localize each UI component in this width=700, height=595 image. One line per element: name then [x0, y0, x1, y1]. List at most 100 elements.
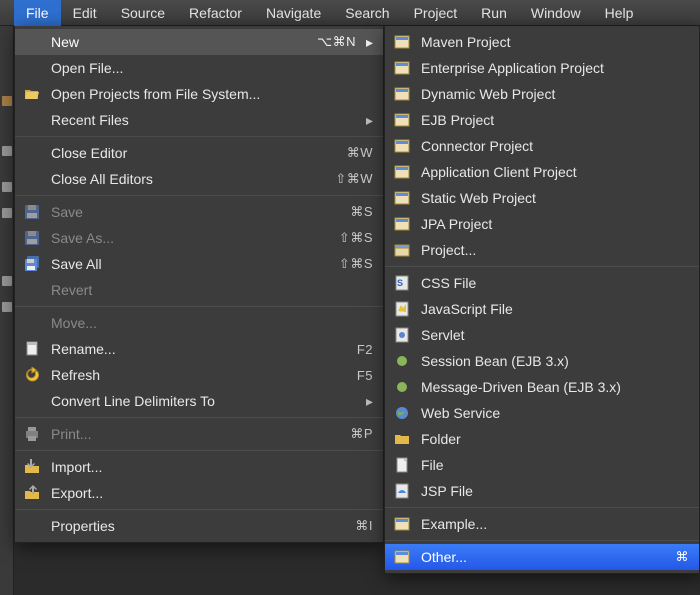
menu-item-project[interactable]: Project...: [385, 237, 699, 263]
globe-icon: [393, 404, 411, 422]
menu-item-jpa-project[interactable]: JPA Project: [385, 211, 699, 237]
menu-item-css-file[interactable]: S CSS File: [385, 270, 699, 296]
menu-item-label: Connector Project: [421, 138, 689, 154]
menu-item-accelerator: ⌥⌘N: [317, 34, 356, 50]
submenu-arrow-icon: ▸: [366, 34, 373, 51]
menu-separator: [15, 136, 383, 137]
menu-item-close-all-editors[interactable]: Close All Editors ⇧⌘W: [15, 166, 383, 192]
menubar-item-help[interactable]: Help: [593, 0, 646, 26]
menu-item-save-as[interactable]: Save As... ⇧⌘S: [15, 225, 383, 251]
menu-item-rename[interactable]: Rename... F2: [15, 336, 383, 362]
menu-item-label: JavaScript File: [421, 301, 689, 317]
menu-separator: [15, 450, 383, 451]
menu-item-label: New: [51, 34, 305, 50]
rename-icon: [23, 340, 41, 358]
menu-item-accelerator: ⌘: [676, 549, 690, 565]
menu-item-session-bean[interactable]: Session Bean (EJB 3.x): [385, 348, 699, 374]
menu-item-convert-line-delimiters[interactable]: Convert Line Delimiters To ▸: [15, 388, 383, 414]
menu-item-connector-project[interactable]: Connector Project: [385, 133, 699, 159]
editor-gutter: [0, 26, 14, 595]
menubar-item-source[interactable]: Source: [109, 0, 177, 26]
menu-item-accelerator: ⇧⌘W: [335, 171, 373, 187]
submenu-arrow-icon: ▸: [366, 393, 373, 410]
menu-item-ejb-project[interactable]: EJB Project: [385, 107, 699, 133]
menu-item-ear-project[interactable]: Enterprise Application Project: [385, 55, 699, 81]
menu-item-export[interactable]: Export...: [15, 480, 383, 506]
menu-item-revert[interactable]: Revert: [15, 277, 383, 303]
menu-separator: [385, 540, 699, 541]
menu-item-jsp-file[interactable]: JSP File: [385, 478, 699, 504]
menubar-item-refactor[interactable]: Refactor: [177, 0, 254, 26]
menu-item-label: Export...: [51, 485, 373, 501]
menu-item-label: Static Web Project: [421, 190, 689, 206]
menu-item-label: JPA Project: [421, 216, 689, 232]
save-icon: [23, 203, 41, 221]
blank-icon: [23, 314, 41, 332]
menu-item-properties[interactable]: Properties ⌘I: [15, 513, 383, 539]
menu-separator: [15, 306, 383, 307]
menu-item-print[interactable]: Print... ⌘P: [15, 421, 383, 447]
new-menu: Maven Project Enterprise Application Pro…: [384, 26, 700, 574]
blank-icon: [23, 170, 41, 188]
menu-item-other[interactable]: Other... ⌘: [385, 544, 699, 570]
menu-item-label: Refresh: [51, 367, 345, 383]
menubar: File Edit Source Refactor Navigate Searc…: [0, 0, 700, 26]
menu-item-label: Project...: [421, 242, 689, 258]
menu-item-js-file[interactable]: JavaScript File: [385, 296, 699, 322]
menu-item-accelerator: ⌘I: [355, 518, 373, 534]
menu-item-label: Print...: [51, 426, 338, 442]
menu-item-file[interactable]: File: [385, 452, 699, 478]
menu-item-servlet[interactable]: Servlet: [385, 322, 699, 348]
menu-item-dynamic-web-project[interactable]: Dynamic Web Project: [385, 81, 699, 107]
menu-item-static-web-project[interactable]: Static Web Project: [385, 185, 699, 211]
menu-item-maven-project[interactable]: Maven Project: [385, 29, 699, 55]
menu-item-label: EJB Project: [421, 112, 689, 128]
menu-item-message-driven-bean[interactable]: Message-Driven Bean (EJB 3.x): [385, 374, 699, 400]
menu-item-label: Other...: [421, 549, 664, 565]
menu-item-web-service[interactable]: Web Service: [385, 400, 699, 426]
menubar-item-file[interactable]: File: [14, 0, 61, 26]
menu-item-accelerator: ⌘W: [347, 145, 373, 161]
menu-item-app-client-project[interactable]: Application Client Project: [385, 159, 699, 185]
menu-item-label: Dynamic Web Project: [421, 86, 689, 102]
menu-item-label: Close All Editors: [51, 171, 323, 187]
menu-item-open-projects-fs[interactable]: Open Projects from File System...: [15, 81, 383, 107]
menubar-item-project[interactable]: Project: [402, 0, 470, 26]
wizard-icon: [393, 85, 411, 103]
menu-item-refresh[interactable]: Refresh F5: [15, 362, 383, 388]
menubar-item-window[interactable]: Window: [519, 0, 593, 26]
menu-separator: [15, 195, 383, 196]
menu-item-label: Application Client Project: [421, 164, 689, 180]
menu-item-label: Save As...: [51, 230, 327, 246]
menu-item-example[interactable]: Example...: [385, 511, 699, 537]
menu-item-close-editor[interactable]: Close Editor ⌘W: [15, 140, 383, 166]
menu-item-accelerator: ⌘S: [350, 204, 373, 220]
bean-icon: [393, 352, 411, 370]
menu-item-accelerator: F5: [357, 368, 373, 383]
wizard-icon: [393, 548, 411, 566]
menu-item-accelerator: ⌘P: [350, 426, 373, 442]
refresh-icon: [23, 366, 41, 384]
menu-item-label: JSP File: [421, 483, 689, 499]
menu-item-move[interactable]: Move...: [15, 310, 383, 336]
menu-item-label: Close Editor: [51, 145, 335, 161]
blank-icon: [23, 33, 41, 51]
save-as-icon: [23, 229, 41, 247]
menu-item-label: Import...: [51, 459, 373, 475]
menubar-item-navigate[interactable]: Navigate: [254, 0, 333, 26]
menu-item-import[interactable]: Import...: [15, 454, 383, 480]
menu-item-label: Example...: [421, 516, 689, 532]
menu-item-recent-files[interactable]: Recent Files ▸: [15, 107, 383, 133]
menu-item-save-all[interactable]: Save All ⇧⌘S: [15, 251, 383, 277]
bean-icon: [393, 378, 411, 396]
menubar-item-edit[interactable]: Edit: [61, 0, 109, 26]
menu-item-save[interactable]: Save ⌘S: [15, 199, 383, 225]
menu-item-folder[interactable]: Folder: [385, 426, 699, 452]
menubar-item-run[interactable]: Run: [469, 0, 519, 26]
menu-item-new[interactable]: New ⌥⌘N ▸: [15, 29, 383, 55]
menubar-item-search[interactable]: Search: [333, 0, 401, 26]
menu-item-open-file[interactable]: Open File...: [15, 55, 383, 81]
blank-icon: [23, 111, 41, 129]
js-file-icon: [393, 300, 411, 318]
import-icon: [23, 458, 41, 476]
